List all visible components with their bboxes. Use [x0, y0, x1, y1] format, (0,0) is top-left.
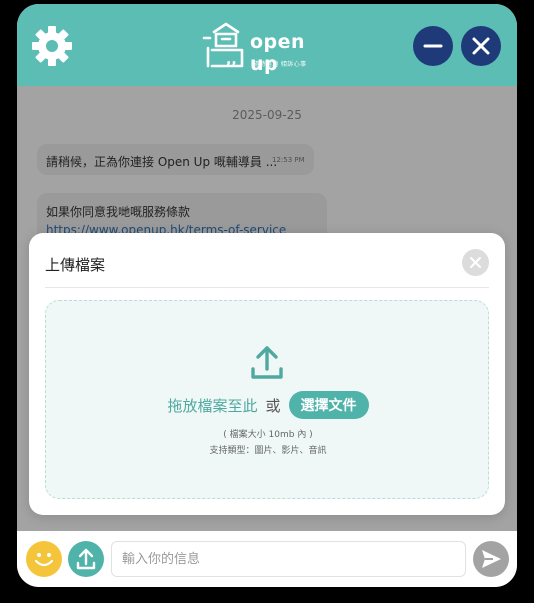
smile-icon [34, 553, 54, 567]
logo-tagline: 隨時隨地 傾訴心事 [253, 61, 307, 68]
house-logo-icon: ,, [202, 22, 244, 68]
drop-text: 拖放檔案至此 [167, 396, 258, 415]
or-text: 或 [265, 396, 281, 415]
choose-file-button[interactable]: 選擇文件 [288, 391, 369, 419]
message-input[interactable] [111, 541, 466, 577]
upload-icon [76, 548, 96, 570]
logo-wordmark: open up [250, 31, 306, 75]
minimize-icon [423, 44, 443, 48]
header-bar: ,, open up 隨時隨地 傾訴心事 [17, 4, 517, 86]
modal-divider [45, 287, 489, 288]
supported-types: 支持類型：圖片、影片、音訊 [209, 446, 327, 456]
close-icon [472, 37, 490, 55]
file-dropzone[interactable]: 拖放檔案至此 或 選擇文件 ( 檔案大小 10mb 內 ) 支持類型：圖片、影片… [45, 300, 489, 499]
modal-close-button[interactable] [462, 249, 489, 276]
upload-button[interactable] [68, 541, 104, 577]
emoji-button[interactable] [26, 541, 62, 577]
upload-modal: 上傳檔案 拖放檔案至此 或 選擇文件 ( 檔案大小 10mb 內 ) 支持類型：… [29, 233, 505, 515]
send-button[interactable] [473, 541, 509, 577]
drop-instructions: 拖放檔案至此 或 選擇文件 [46, 391, 490, 419]
open-up-logo: ,, open up 隨時隨地 傾訴心事 [200, 20, 340, 75]
close-button[interactable] [461, 26, 501, 66]
modal-title: 上傳檔案 [45, 256, 106, 274]
send-icon [482, 550, 501, 568]
svg-text:,,: ,, [226, 52, 237, 68]
footer-bar [17, 531, 517, 587]
upload-icon [251, 346, 283, 379]
minimize-button[interactable] [413, 26, 453, 66]
settings-button[interactable] [30, 24, 74, 68]
file-size-limit: ( 檔案大小 10mb 內 ) [223, 430, 313, 440]
close-icon [470, 257, 481, 268]
gear-icon [32, 26, 72, 66]
